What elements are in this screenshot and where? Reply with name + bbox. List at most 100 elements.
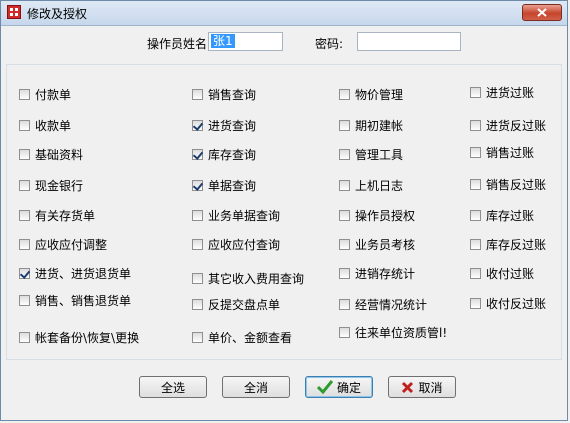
permission-label: 付款单 [35, 88, 72, 102]
permission-checkbox-col2-4[interactable]: 单据查询 [192, 177, 256, 194]
permission-checkbox-col1-4[interactable]: 现金银行 [19, 177, 83, 194]
permission-checkbox-col3-4[interactable]: 上机日志 [339, 177, 403, 194]
permission-checkbox-col1-2[interactable]: 收款单 [19, 117, 71, 134]
permission-checkbox-col4-8[interactable]: 收付反过账 [470, 295, 546, 312]
permission-checkbox-col4-6[interactable]: 库存反过账 [470, 236, 546, 253]
operator-name-field[interactable]: 张1 [208, 32, 283, 51]
permission-checkbox-col3-2[interactable]: 期初建帐 [339, 117, 403, 134]
permission-label: 库存反过账 [486, 238, 547, 252]
permission-label: 有关存货单 [35, 209, 96, 223]
checkbox-unchecked-icon [339, 210, 350, 221]
permission-label: 反提交盘点单 [208, 298, 281, 312]
permission-label: 销售查询 [208, 88, 257, 102]
permission-checkbox-col3-6[interactable]: 业务员考核 [339, 236, 415, 253]
operator-name-label: 操作员姓名 [147, 37, 208, 51]
checkbox-unchecked-icon [339, 180, 350, 191]
permission-checkbox-col3-8[interactable]: 经营情况统计 [339, 296, 427, 313]
permission-label: 期初建帐 [355, 119, 404, 133]
checkbox-unchecked-icon [19, 295, 30, 306]
permission-checkbox-col1-7[interactable]: 进货、进货退货单 [19, 265, 131, 282]
checkbox-unchecked-icon [192, 273, 203, 284]
permission-label: 进货查询 [208, 119, 257, 133]
permission-checkbox-col1-3[interactable]: 基础资料 [19, 146, 83, 163]
permission-label: 物价管理 [355, 88, 404, 102]
permission-checkbox-col4-1[interactable]: 进货过账 [470, 84, 534, 101]
permission-checkbox-col2-7[interactable]: 其它收入费用查询 [192, 270, 304, 287]
permission-checkbox-col4-3[interactable]: 销售过账 [470, 144, 534, 161]
permission-label: 经营情况统计 [355, 298, 428, 312]
permission-label: 销售、销售退货单 [35, 294, 132, 308]
permission-checkbox-col1-8[interactable]: 销售、销售退货单 [19, 292, 131, 309]
checkbox-unchecked-icon [19, 210, 30, 221]
permission-checkbox-col2-8[interactable]: 反提交盘点单 [192, 296, 280, 313]
check-icon [316, 380, 333, 394]
checkbox-checked-icon [19, 268, 30, 279]
clear-all-label: 全消 [243, 380, 268, 395]
permission-checkbox-col4-4[interactable]: 销售反过账 [470, 176, 546, 193]
permission-label: 销售反过账 [486, 178, 547, 192]
checkbox-unchecked-icon [470, 239, 481, 250]
permission-checkbox-col3-5[interactable]: 操作员授权 [339, 207, 415, 224]
permission-label: 收付过账 [486, 267, 535, 281]
cancel-button[interactable]: 取消 [388, 376, 456, 398]
permission-checkbox-col1-9[interactable]: 帐套备份\恢复\更换 [19, 329, 139, 346]
x-icon [401, 381, 414, 394]
permission-checkbox-col1-5[interactable]: 有关存货单 [19, 207, 95, 224]
checkbox-unchecked-icon [19, 332, 30, 343]
checkbox-checked-icon [192, 149, 203, 160]
close-button[interactable] [522, 4, 562, 21]
title-bar[interactable]: 修改及授权 [1, 1, 567, 26]
window-title: 修改及授权 [27, 7, 88, 21]
checkbox-unchecked-icon [192, 89, 203, 100]
permission-checkbox-col4-7[interactable]: 收付过账 [470, 265, 534, 282]
permission-checkbox-col3-9[interactable]: 往来单位资质管l! [339, 324, 447, 341]
permission-label: 应收应付查询 [208, 238, 281, 252]
permission-checkbox-col2-3[interactable]: 库存查询 [192, 146, 256, 163]
permission-checkbox-col1-1[interactable]: 付款单 [19, 86, 71, 103]
permission-label: 帐套备份\恢复\更换 [35, 331, 140, 345]
permission-checkbox-col3-3[interactable]: 管理工具 [339, 146, 403, 163]
checkbox-unchecked-icon [470, 268, 481, 279]
select-all-button[interactable]: 全选 [139, 376, 207, 398]
checkbox-unchecked-icon [339, 268, 350, 279]
permission-checkbox-col4-5[interactable]: 库存过账 [470, 207, 534, 224]
permission-checkbox-col1-6[interactable]: 应收应付调整 [19, 236, 107, 253]
permission-checkbox-col3-1[interactable]: 物价管理 [339, 86, 403, 103]
ok-button[interactable]: 确定 [305, 376, 373, 398]
permission-label: 上机日志 [355, 179, 404, 193]
permission-label: 收付反过账 [486, 297, 547, 311]
permission-label: 应收应付调整 [35, 238, 108, 252]
permission-label: 基础资料 [35, 148, 84, 162]
permission-label: 库存查询 [208, 148, 257, 162]
checkbox-unchecked-icon [470, 87, 481, 98]
checkbox-unchecked-icon [19, 89, 30, 100]
permission-label: 业务单据查询 [208, 209, 281, 223]
permission-label: 进货反过账 [486, 119, 547, 133]
permission-label: 进货过账 [486, 86, 535, 100]
checkbox-unchecked-icon [470, 298, 481, 309]
permission-label: 往来单位资质管l! [355, 326, 448, 340]
checkbox-unchecked-icon [339, 239, 350, 250]
permission-checkbox-col2-2[interactable]: 进货查询 [192, 117, 256, 134]
checkbox-unchecked-icon [470, 179, 481, 190]
checkbox-unchecked-icon [470, 120, 481, 131]
permission-label: 销售过账 [486, 146, 535, 160]
permission-checkbox-col2-1[interactable]: 销售查询 [192, 86, 256, 103]
permission-checkbox-col3-7[interactable]: 进销存统计 [339, 265, 415, 282]
password-field[interactable] [357, 32, 461, 51]
permission-label: 管理工具 [355, 148, 404, 162]
checkbox-unchecked-icon [339, 327, 350, 338]
permission-checkbox-col2-6[interactable]: 应收应付查询 [192, 236, 280, 253]
checkbox-checked-icon [192, 120, 203, 131]
clear-all-button[interactable]: 全消 [222, 376, 290, 398]
permission-label: 业务员考核 [355, 238, 416, 252]
checkbox-unchecked-icon [339, 299, 350, 310]
permission-label: 库存过账 [486, 209, 535, 223]
checkbox-unchecked-icon [192, 332, 203, 343]
permission-label: 进货、进货退货单 [35, 267, 132, 281]
dialog-window: 修改及授权 操作员姓名 张1 密码: 付款单 收款单 基础资料 现金银行 有关存货单 应收… [0, 0, 568, 421]
operator-name-value: 张1 [211, 34, 235, 48]
permission-checkbox-col2-5[interactable]: 业务单据查询 [192, 207, 280, 224]
permission-checkbox-col4-2[interactable]: 进货反过账 [470, 117, 546, 134]
permission-checkbox-col2-9[interactable]: 单价、金额查看 [192, 329, 292, 346]
